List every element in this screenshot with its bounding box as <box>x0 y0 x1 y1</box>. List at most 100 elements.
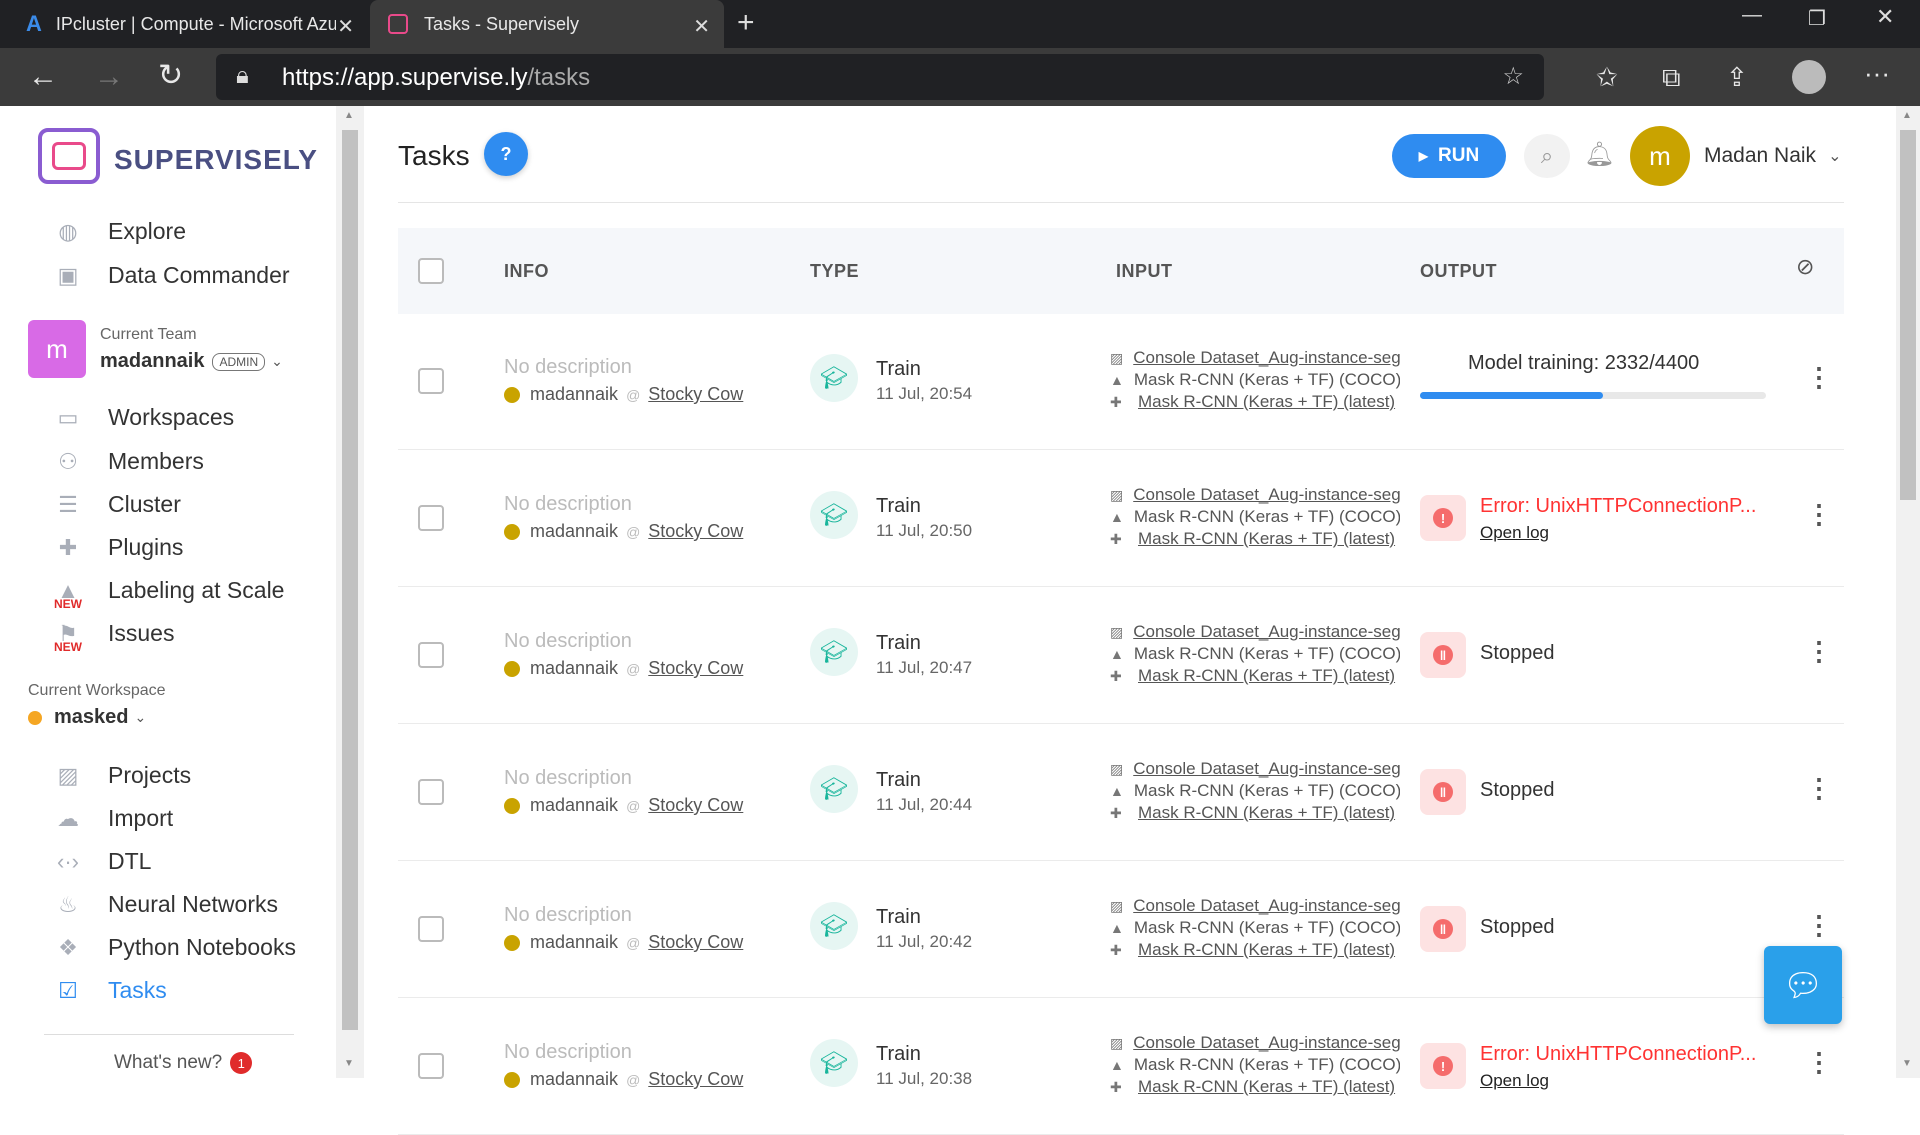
sidebar-scrollbar[interactable]: ▲ ▼ <box>336 106 364 1078</box>
scroll-down-icon[interactable]: ▼ <box>344 1058 354 1069</box>
sidebar-item-python-notebooks[interactable]: ❖ Python Notebooks <box>52 934 296 961</box>
sidebar-item-projects[interactable]: ▨ Projects <box>52 762 192 789</box>
puzzle-icon: ✚ <box>1110 530 1122 547</box>
table-row[interactable]: No description madannaik @ Stocky Cow 🎓︎… <box>398 451 1844 587</box>
sidebar-item-data-commander[interactable]: ▣ Data Commander <box>52 262 290 289</box>
tab-supervisely[interactable]: Tasks - Supervisely ✕ <box>370 0 724 48</box>
row-menu-icon[interactable]: ⋮ <box>1806 910 1832 941</box>
image-icon: ▨ <box>1110 349 1124 366</box>
close-icon[interactable]: ✕ <box>693 14 710 39</box>
restore-icon[interactable]: ❐ <box>1808 6 1826 31</box>
scroll-up-icon[interactable]: ▲ <box>1902 110 1912 121</box>
sidebar-item-label: Tasks <box>108 977 167 1003</box>
help-button[interactable]: ? <box>484 132 528 176</box>
forward-icon[interactable]: → <box>94 60 124 94</box>
table-row[interactable]: No description madannaik @ Stocky Cow 🎓︎… <box>398 314 1844 450</box>
row-menu-icon[interactable]: ⋮ <box>1806 499 1832 530</box>
row-checkbox[interactable] <box>418 505 444 531</box>
error-status-icon: ! <box>1420 1043 1466 1089</box>
open-log-link[interactable]: Open log <box>1480 1071 1549 1091</box>
address-bar[interactable]: 🔒︎ https://app.supervise.ly/tasks ☆ <box>216 54 1544 100</box>
tab-azure[interactable]: A IPcluster | Compute - Microsoft Azure … <box>0 0 368 48</box>
table-header: INFO TYPE INPUT OUTPUT ⊘ <box>398 228 1844 314</box>
row-checkbox[interactable] <box>418 1053 444 1079</box>
agent-link[interactable]: Stocky Cow <box>648 932 743 953</box>
sidebar-item-neural-networks[interactable]: ♨ Neural Networks <box>52 891 278 918</box>
open-log-link[interactable]: Open log <box>1480 523 1549 543</box>
row-checkbox[interactable] <box>418 368 444 394</box>
minimize-icon[interactable]: — <box>1742 4 1762 27</box>
input-dataset[interactable]: ▨ Console Dataset_Aug-instance-segmentati… <box>1110 622 1400 642</box>
row-menu-icon[interactable]: ⋮ <box>1806 362 1832 393</box>
close-icon[interactable]: ✕ <box>337 14 354 39</box>
refresh-icon[interactable]: ↻ <box>158 58 183 93</box>
input-plugin[interactable]: ✚ Mask R-CNN (Keras + TF) (latest) <box>1110 940 1400 960</box>
profile-icon[interactable] <box>1792 60 1826 94</box>
main-scrollbar[interactable]: ▲ ▼ <box>1896 106 1920 1078</box>
table-row[interactable]: No description madannaik @ Stocky Cow 🎓︎… <box>398 588 1844 724</box>
agent-link[interactable]: Stocky Cow <box>648 521 743 542</box>
user-avatar[interactable]: m <box>1630 126 1690 186</box>
input-plugin[interactable]: ✚ Mask R-CNN (Keras + TF) (latest) <box>1110 803 1400 823</box>
row-menu-icon[interactable]: ⋮ <box>1806 1047 1832 1078</box>
more-icon[interactable]: ··· <box>1864 58 1890 89</box>
back-icon[interactable]: ← <box>28 60 58 94</box>
sidebar-item-import[interactable]: ☁ Import <box>52 805 173 832</box>
row-checkbox[interactable] <box>418 642 444 668</box>
role-badge: ADMIN <box>212 352 266 371</box>
team-selector[interactable]: madannaik ADMIN ⌄ <box>100 350 283 373</box>
sidebar-scrollbar-thumb[interactable] <box>342 130 358 1030</box>
input-dataset[interactable]: ▨ Console Dataset_Aug-instance-segmentati… <box>1110 485 1400 505</box>
input-plugin[interactable]: ✚ Mask R-CNN (Keras + TF) (latest) <box>1110 1077 1400 1097</box>
search-icon[interactable]: ⌕ <box>1524 134 1570 178</box>
window-close-icon[interactable]: ✕ <box>1876 4 1894 30</box>
train-icon: 🎓︎ <box>810 765 858 813</box>
column-header-output: OUTPUT <box>1420 261 1497 281</box>
row-checkbox[interactable] <box>418 916 444 942</box>
sidebar-item-cluster[interactable]: ☰ Cluster <box>52 491 181 518</box>
eye-off-icon[interactable]: ⊘ <box>1796 254 1814 280</box>
sidebar-item-workspaces[interactable]: ▭ Workspaces <box>52 404 235 431</box>
new-tab-icon[interactable]: + <box>737 6 755 40</box>
scroll-up-icon[interactable]: ▲ <box>344 110 354 121</box>
task-date: 11 Jul, 20:54 <box>876 384 973 403</box>
chat-button[interactable]: 💬︎ <box>1764 946 1842 1024</box>
row-menu-icon[interactable]: ⋮ <box>1806 773 1832 804</box>
input-dataset[interactable]: ▨ Console Dataset_Aug-instance-segmentati… <box>1110 896 1400 916</box>
share-icon[interactable]: ⇪ <box>1726 62 1748 93</box>
input-dataset[interactable]: ▨ Console Dataset_Aug-instance-segmentati… <box>1110 348 1400 368</box>
table-row[interactable]: No description madannaik @ Stocky Cow 🎓︎… <box>398 725 1844 861</box>
select-all-checkbox[interactable] <box>418 258 444 284</box>
sidebar-item-plugins[interactable]: ✚ Plugins <box>52 534 184 561</box>
sidebar-item-tasks[interactable]: ☑ Tasks <box>52 977 167 1004</box>
agent-link[interactable]: Stocky Cow <box>648 1069 743 1090</box>
table-row[interactable]: No description madannaik @ Stocky Cow 🎓︎… <box>398 999 1844 1135</box>
at-icon: @ <box>626 797 641 814</box>
sidebar-item-labeling-at-scale[interactable]: ▲ Labeling at Scale <box>52 577 284 604</box>
bell-icon[interactable]: 🔔︎ <box>1584 140 1614 169</box>
input-plugin[interactable]: ✚ Mask R-CNN (Keras + TF) (latest) <box>1110 392 1400 412</box>
agent-link[interactable]: Stocky Cow <box>648 384 743 405</box>
input-plugin[interactable]: ✚ Mask R-CNN (Keras + TF) (latest) <box>1110 666 1400 686</box>
workspace-selector[interactable]: masked ⌄ <box>28 706 146 729</box>
input-plugin[interactable]: ✚ Mask R-CNN (Keras + TF) (latest) <box>1110 529 1400 549</box>
table-row[interactable]: No description madannaik @ Stocky Cow 🎓︎… <box>398 862 1844 998</box>
input-dataset[interactable]: ▨ Console Dataset_Aug-instance-segmentati… <box>1110 1033 1400 1053</box>
sidebar-item-members[interactable]: ⚇ Members <box>52 448 204 475</box>
agent-link[interactable]: Stocky Cow <box>648 795 743 816</box>
row-menu-icon[interactable]: ⋮ <box>1806 636 1832 667</box>
whats-new-link[interactable]: What's new? 1 <box>114 1052 253 1074</box>
agent-link[interactable]: Stocky Cow <box>648 658 743 679</box>
star-icon[interactable]: ☆ <box>1502 62 1524 91</box>
url-path: /tasks <box>527 64 591 91</box>
sidebar-item-explore[interactable]: ◍ Explore <box>52 218 186 245</box>
collections-icon[interactable]: ⧉ <box>1662 62 1681 94</box>
main-scrollbar-thumb[interactable] <box>1900 130 1916 500</box>
row-checkbox[interactable] <box>418 779 444 805</box>
favorites-icon[interactable]: ✩ <box>1596 62 1618 93</box>
input-dataset[interactable]: ▨ Console Dataset_Aug-instance-segmentati… <box>1110 759 1400 779</box>
run-button[interactable]: ▶ RUN <box>1392 134 1506 178</box>
user-menu[interactable]: Madan Naik ⌄ <box>1704 144 1841 168</box>
sidebar-item-dtl[interactable]: ‹·› DTL <box>52 848 151 875</box>
scroll-down-icon[interactable]: ▼ <box>1902 1058 1912 1069</box>
